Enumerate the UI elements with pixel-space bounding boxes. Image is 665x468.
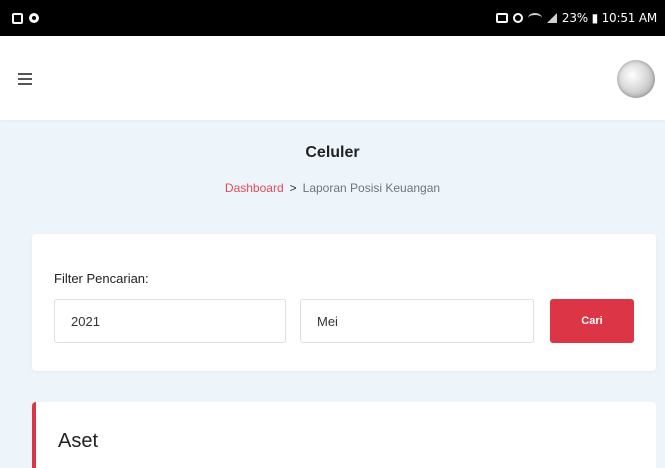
app-frame: 23% ▮ 10:51 AM Celuler Dashboard > Laporan…	[0, 0, 665, 468]
year-input-value: 2021	[71, 313, 100, 329]
aset-section-card: Aset	[32, 402, 656, 468]
month-input[interactable]: Mei	[300, 299, 534, 343]
page-title: Celuler	[305, 144, 360, 161]
top-navbar	[0, 36, 665, 120]
status-right-icons: 23% ▮ 10:51 AM	[495, 11, 657, 25]
breadcrumb-current: Laporan Posisi Keuangan	[302, 181, 441, 195]
user-avatar[interactable]	[617, 60, 655, 98]
breadcrumb-separator: >	[289, 181, 297, 195]
section-title: Aset	[58, 430, 99, 452]
wifi-icon	[527, 13, 542, 23]
gallery-notification-icon	[12, 12, 23, 24]
status-left-icons	[12, 12, 39, 24]
mute-icon	[495, 13, 508, 23]
year-input[interactable]: 2021	[54, 299, 286, 343]
alarm-icon	[512, 13, 523, 23]
app-notification-icon	[29, 13, 39, 23]
filter-card: Filter Pencarian: 2021 Mei Cari	[32, 234, 656, 371]
status-info: 23% ▮ 10:51 AM	[561, 11, 657, 25]
month-input-value: Mei	[317, 313, 338, 329]
breadcrumb-dashboard-link[interactable]: Dashboard	[225, 181, 284, 195]
signal-icon	[546, 13, 557, 23]
status-bar: 23% ▮ 10:51 AM	[0, 0, 665, 36]
breadcrumb: Dashboard > Laporan Posisi Keuangan	[0, 181, 665, 195]
filter-label: Filter Pencarian:	[54, 271, 149, 286]
hamburger-menu-icon[interactable]	[18, 73, 32, 85]
search-button[interactable]: Cari	[550, 299, 634, 343]
